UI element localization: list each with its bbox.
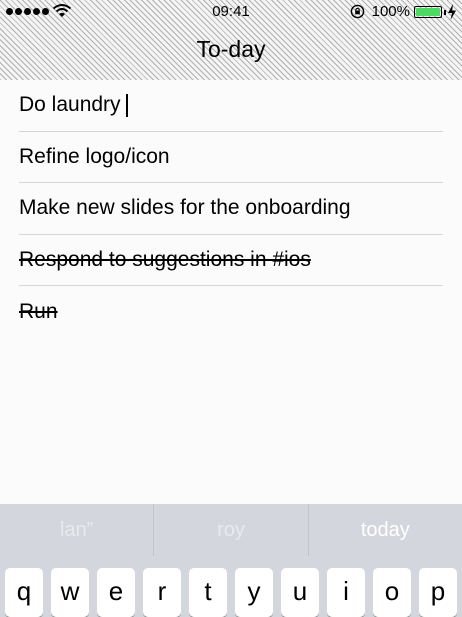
keyboard-prediction-bar: lan” roy today (0, 504, 462, 556)
prediction-suggestion[interactable]: lan” (0, 504, 153, 556)
key-y[interactable]: y (235, 568, 273, 617)
keyboard: q w e r t y u i o p (0, 556, 462, 617)
key-q[interactable]: q (5, 568, 43, 617)
task-text: Respond to suggestions in #ios (19, 247, 311, 271)
key-r[interactable]: r (143, 568, 181, 617)
status-bar: 09:41 100% (0, 0, 462, 24)
task-text: Run (19, 299, 58, 323)
prediction-suggestion[interactable]: roy (153, 504, 307, 556)
task-item[interactable]: Make new slides for the onboarding (19, 183, 443, 235)
orientation-lock-icon (350, 4, 365, 19)
key-u[interactable]: u (281, 568, 319, 617)
key-w[interactable]: w (51, 568, 89, 617)
key-p[interactable]: p (419, 568, 457, 617)
battery-icon (414, 6, 442, 18)
task-text-input[interactable]: Do laundry (19, 93, 121, 117)
key-t[interactable]: t (189, 568, 227, 617)
task-item-completed[interactable]: Run (19, 286, 443, 338)
key-o[interactable]: o (373, 568, 411, 617)
battery-percent: 100% (371, 3, 410, 20)
key-i[interactable]: i (327, 568, 365, 617)
navigation-header: 09:41 100% To-day (0, 0, 462, 80)
task-list: Do laundry Refine logo/icon Make new sli… (0, 80, 462, 338)
task-text: Make new slides for the onboarding (19, 196, 351, 220)
page-title: To-day (196, 36, 266, 62)
task-item-completed[interactable]: Respond to suggestions in #ios (19, 235, 443, 286)
prediction-suggestion[interactable]: today (307, 504, 462, 556)
task-item[interactable]: Refine logo/icon (19, 132, 443, 183)
task-item[interactable]: Do laundry (19, 80, 443, 132)
text-cursor (125, 93, 128, 117)
battery-fill (416, 8, 440, 16)
task-text: Refine logo/icon (19, 144, 170, 168)
key-e[interactable]: e (97, 568, 135, 617)
charging-bolt-icon (448, 4, 456, 20)
